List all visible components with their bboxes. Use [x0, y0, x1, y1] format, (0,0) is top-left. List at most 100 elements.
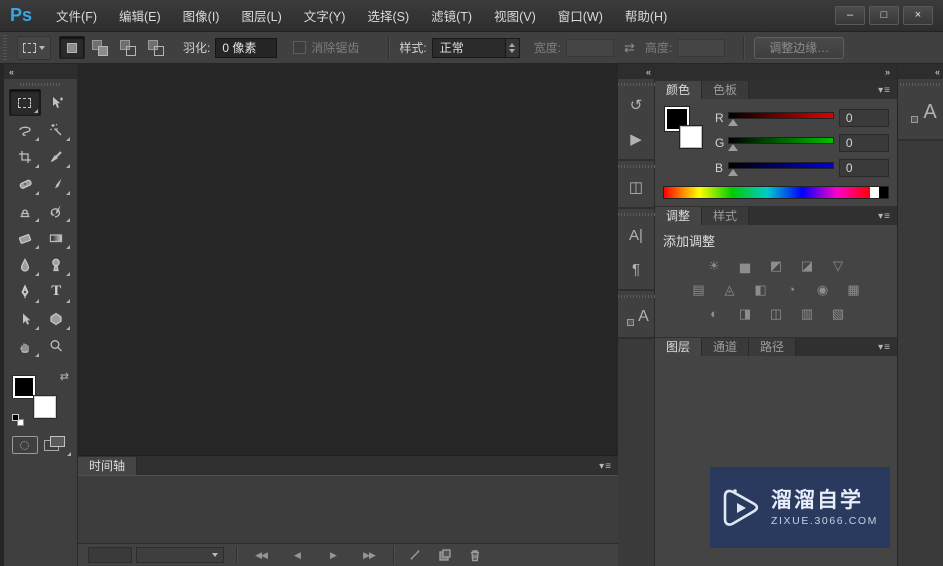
tool-hand[interactable]: [9, 332, 41, 359]
tab-paths[interactable]: 路径: [749, 338, 797, 356]
timeline-panel-menu-icon[interactable]: ▾≡: [593, 457, 618, 475]
tool-crop[interactable]: [9, 143, 41, 170]
color-balance-icon[interactable]: ◬: [717, 280, 743, 299]
tool-rectangular-marquee[interactable]: [9, 89, 41, 116]
b-slider[interactable]: [728, 161, 835, 176]
canvas-pasteboard[interactable]: [78, 64, 618, 456]
tab-swatches[interactable]: 色板: [702, 81, 750, 99]
refine-edge-button[interactable]: 调整边缘…: [754, 36, 845, 59]
g-value-input[interactable]: 0: [838, 133, 889, 152]
timeline-content[interactable]: [78, 475, 618, 543]
tab-styles[interactable]: 样式: [702, 207, 750, 225]
photo-filter-icon[interactable]: ◔: [779, 280, 805, 299]
gradient-map-icon[interactable]: ▥: [794, 304, 820, 323]
dock-collapse-strip-right[interactable]: »: [655, 64, 897, 80]
spectrum-white-swatch[interactable]: [870, 187, 879, 198]
default-colors-icon[interactable]: [12, 414, 24, 426]
tool-pen[interactable]: [9, 278, 41, 305]
maximize-button[interactable]: □: [869, 6, 899, 25]
menu-window[interactable]: 窗口(W): [547, 0, 614, 31]
tool-move[interactable]: [41, 89, 73, 116]
tool-custom-shape[interactable]: [41, 305, 73, 332]
menu-type[interactable]: 文字(Y): [293, 0, 357, 31]
play-button[interactable]: ▶: [315, 550, 351, 561]
duplicate-frame-button[interactable]: [430, 548, 460, 562]
posterize-icon[interactable]: ◨: [732, 304, 758, 323]
tool-zoom[interactable]: [41, 332, 73, 359]
tool-eraser[interactable]: [9, 224, 41, 251]
tool-type[interactable]: T: [41, 278, 73, 305]
menu-help[interactable]: 帮助(H): [614, 0, 678, 31]
close-button[interactable]: ×: [903, 6, 933, 25]
dock-collapse-strip[interactable]: «: [618, 64, 654, 79]
menu-view[interactable]: 视图(V): [483, 0, 547, 31]
tool-dodge[interactable]: [41, 251, 73, 278]
tools-collapse-strip[interactable]: «: [4, 64, 77, 79]
tween-button[interactable]: [400, 548, 430, 562]
paragraph-panel-button[interactable]: ¶: [618, 252, 654, 286]
swap-colors-icon[interactable]: ⇄: [60, 370, 69, 383]
menu-file[interactable]: 文件(F): [45, 0, 108, 31]
tool-path-selection[interactable]: [9, 305, 41, 332]
tab-color[interactable]: 颜色: [655, 81, 703, 99]
tool-brush[interactable]: [41, 170, 73, 197]
timeline-options-dropdown[interactable]: [136, 547, 224, 563]
black-white-icon[interactable]: ◧: [748, 280, 774, 299]
previous-frame-button[interactable]: ◀: [279, 550, 315, 561]
tool-clone-stamp[interactable]: [9, 197, 41, 224]
menu-edit[interactable]: 编辑(E): [108, 0, 172, 31]
r-slider[interactable]: [728, 111, 835, 126]
feather-input[interactable]: 0 像素: [215, 37, 278, 58]
tab-channels[interactable]: 通道: [702, 338, 750, 356]
character-styles-panel-button[interactable]: A: [618, 300, 654, 334]
hue-saturation-icon[interactable]: ▤: [686, 280, 712, 299]
far-dock-collapse-strip[interactable]: «: [898, 64, 943, 79]
character-panel-button[interactable]: A|: [618, 218, 654, 252]
g-slider-thumb[interactable]: [728, 143, 739, 151]
antialias-checkbox[interactable]: [293, 41, 307, 54]
actions-panel-button[interactable]: ▶: [618, 122, 654, 156]
subtract-from-selection-button[interactable]: [115, 36, 141, 59]
menu-filter[interactable]: 滤镜(T): [420, 0, 483, 31]
invert-icon[interactable]: ◐: [701, 304, 727, 323]
selective-color-icon[interactable]: ▧: [825, 304, 851, 323]
r-value-input[interactable]: 0: [838, 108, 889, 127]
color-lookup-icon[interactable]: ▦: [841, 280, 867, 299]
tool-eyedropper[interactable]: [41, 143, 73, 170]
g-slider[interactable]: [728, 136, 835, 151]
properties-panel-button[interactable]: ◫: [618, 170, 654, 204]
r-slider-thumb[interactable]: [728, 118, 739, 126]
minimize-button[interactable]: –: [835, 6, 865, 25]
tab-adjustments[interactable]: 调整: [655, 207, 703, 225]
tool-preset-picker[interactable]: [17, 35, 51, 60]
tool-history-brush[interactable]: [41, 197, 73, 224]
next-frame-button[interactable]: ▶▶: [351, 550, 387, 561]
delete-frame-button[interactable]: [460, 548, 490, 562]
layers-panel-menu-icon[interactable]: ▾≡: [872, 338, 897, 356]
tab-timeline[interactable]: 时间轴: [78, 457, 138, 475]
menu-select[interactable]: 选择(S): [356, 0, 420, 31]
intersect-selection-button[interactable]: [143, 36, 169, 59]
new-selection-button[interactable]: [59, 36, 85, 59]
adjustments-panel-menu-icon[interactable]: ▾≡: [872, 207, 897, 225]
tool-blur[interactable]: [9, 251, 41, 278]
spectrum-gradient[interactable]: [664, 187, 870, 198]
history-panel-button[interactable]: ↺: [618, 88, 654, 122]
b-slider-thumb[interactable]: [728, 168, 739, 176]
first-frame-button[interactable]: ◀◀: [243, 550, 279, 561]
foreground-color-swatch[interactable]: [12, 375, 36, 399]
spectrum-black-swatch[interactable]: [879, 187, 888, 198]
tool-lasso[interactable]: [9, 116, 41, 143]
vibrance-icon[interactable]: ▽: [825, 256, 851, 275]
color-panel-menu-icon[interactable]: ▾≡: [872, 81, 897, 99]
brightness-contrast-icon[interactable]: ☀: [701, 256, 727, 275]
exposure-icon[interactable]: ◪: [794, 256, 820, 275]
curves-icon[interactable]: ◩: [763, 256, 789, 275]
character-styles-dock-button[interactable]: A: [898, 88, 943, 136]
threshold-icon[interactable]: ◫: [763, 304, 789, 323]
tool-magic-wand[interactable]: [41, 116, 73, 143]
style-dropdown[interactable]: 正常: [431, 37, 520, 58]
background-color-swatch[interactable]: [33, 395, 57, 419]
swap-dimensions-icon[interactable]: ⇄: [624, 40, 635, 56]
height-input[interactable]: [677, 38, 726, 57]
